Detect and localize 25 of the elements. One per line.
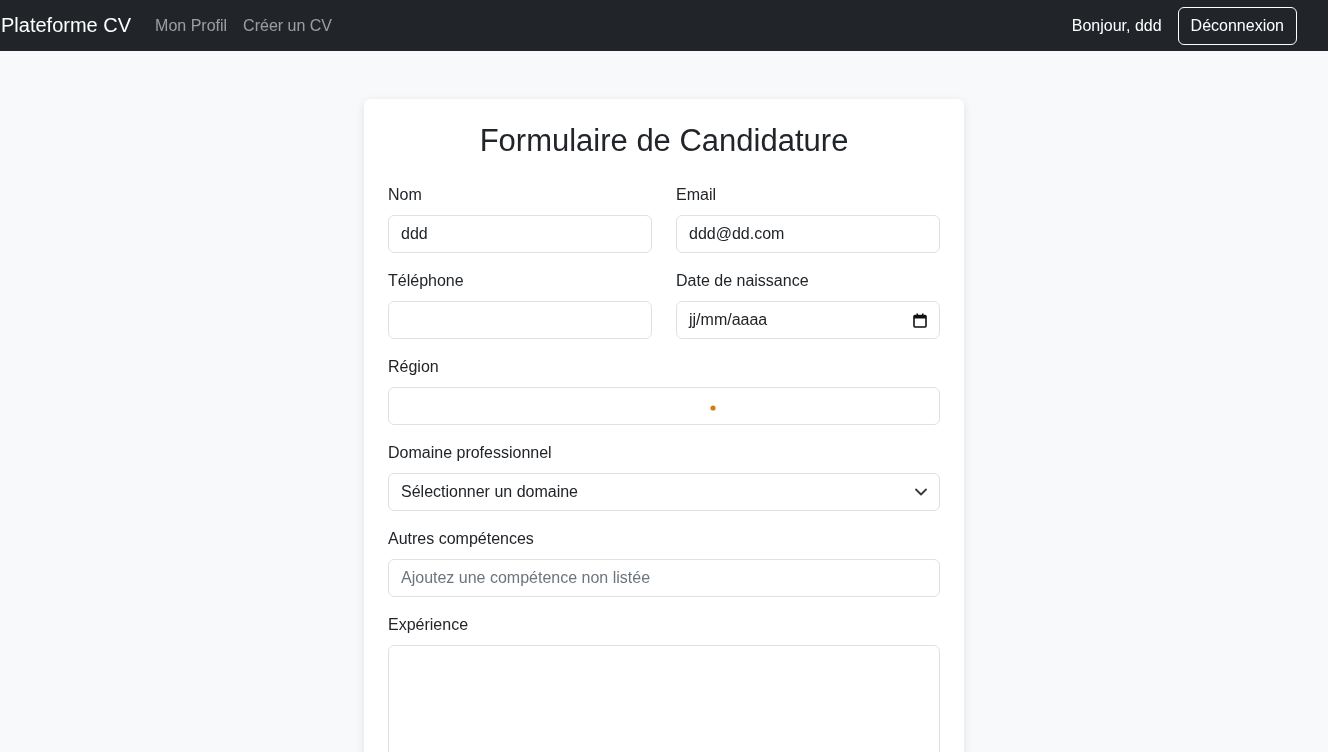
date-field[interactable]: jj/mm/aaaa (676, 301, 940, 339)
logout-button[interactable]: Déconnexion (1177, 6, 1297, 45)
form-title: Formulaire de Candidature (478, 123, 850, 159)
calendar-icon[interactable] (913, 312, 927, 328)
field-label: Téléphone (388, 271, 465, 291)
field-label: Nom (388, 185, 423, 205)
field-label: Expérience (388, 615, 470, 635)
text-area[interactable] (388, 645, 940, 752)
field-label: Région (388, 357, 440, 377)
loading-dot-icon (710, 405, 716, 411)
nav-link[interactable]: Créer un CV (243, 16, 332, 35)
input-field[interactable]: ddd@dd.com (676, 215, 940, 253)
select-field[interactable]: Sélectionner un domaine (388, 473, 940, 511)
field-label: Autres compétences (388, 529, 535, 549)
field-label: Date de naissance (676, 271, 810, 291)
nav-link[interactable]: Mon Profil (155, 16, 228, 35)
greeting-text: Bonjour, ddd (1071, 16, 1162, 35)
input-field[interactable]: Ajoutez une compétence non listée (388, 559, 940, 597)
chevron-down-icon (915, 488, 927, 496)
input-field[interactable] (388, 301, 652, 339)
input-field[interactable] (388, 387, 940, 425)
brand-link[interactable]: Plateforme CV (1, 14, 132, 37)
field-label: Domaine professionnel (388, 443, 553, 463)
input-field[interactable]: ddd (388, 215, 652, 253)
field-label: Email (676, 185, 717, 205)
